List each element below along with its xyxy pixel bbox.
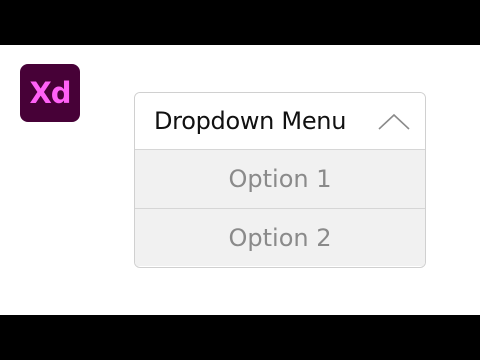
- artboard: Xd Dropdown Menu Option 1 Option 2: [0, 45, 480, 315]
- dropdown-option-1[interactable]: Option 1: [135, 150, 425, 208]
- option-label: Option 1: [228, 165, 332, 193]
- option-label: Option 2: [228, 223, 332, 252]
- dropdown-toggle[interactable]: Dropdown Menu: [135, 93, 425, 150]
- dropdown-menu: Dropdown Menu Option 1 Option 2: [134, 92, 426, 268]
- dropdown-title: Dropdown Menu: [154, 107, 347, 135]
- letterbox-top: [0, 0, 480, 45]
- dropdown-option-2[interactable]: Option 2: [135, 208, 425, 266]
- letterbox-bottom: [0, 315, 480, 360]
- chevron-up-icon: [378, 111, 410, 131]
- adobe-xd-logo-icon: Xd: [20, 64, 80, 122]
- logo-text: Xd: [29, 76, 71, 110]
